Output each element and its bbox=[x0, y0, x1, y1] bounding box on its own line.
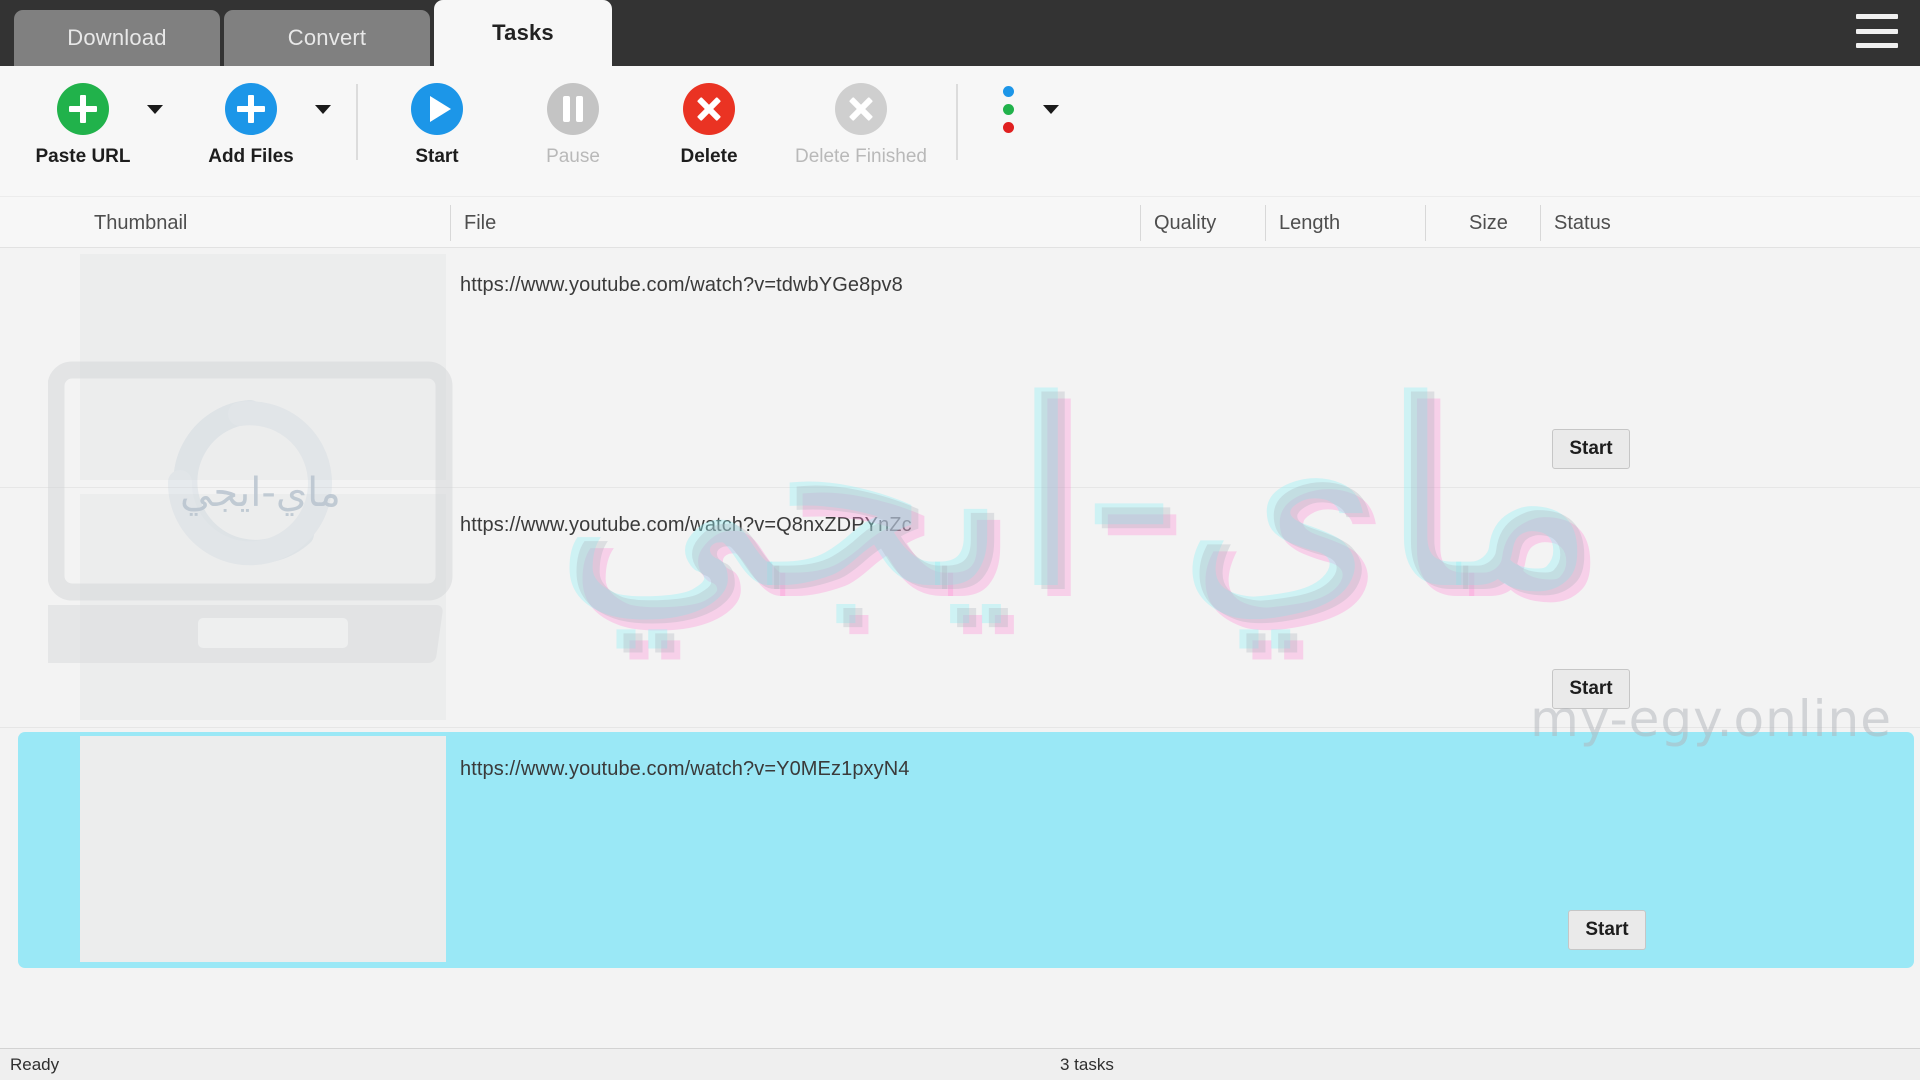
play-circle-icon bbox=[411, 78, 463, 140]
toolbar: Paste URL Add Files Start Pause Delete D… bbox=[0, 66, 1920, 196]
task-url: https://www.youtube.com/watch?v=Y0MEz1px… bbox=[460, 758, 910, 780]
task-start-button[interactable]: Start bbox=[1552, 669, 1630, 709]
hamburger-bar bbox=[1856, 43, 1898, 48]
task-thumbnail bbox=[80, 254, 446, 480]
column-divider[interactable] bbox=[1425, 205, 1426, 241]
add-files-label: Add Files bbox=[208, 146, 294, 167]
paste-url-label: Paste URL bbox=[35, 146, 131, 167]
toolbar-separator bbox=[356, 84, 358, 160]
status-bar: Ready 3 tasks bbox=[0, 1048, 1920, 1080]
table-row[interactable]: https://www.youtube.com/watch?v=tdwbYGe8… bbox=[0, 248, 1920, 488]
plus-circle-blue-icon bbox=[225, 78, 277, 140]
start-label: Start bbox=[415, 146, 459, 167]
tab-download[interactable]: Download bbox=[14, 10, 220, 66]
add-files-button[interactable]: Add Files bbox=[192, 78, 310, 168]
task-url: https://www.youtube.com/watch?v=Q8nxZDPY… bbox=[460, 514, 912, 536]
paste-url-dropdown-icon[interactable] bbox=[142, 78, 168, 140]
app-window: Download Convert Tasks Paste URL Add Fil… bbox=[0, 0, 1920, 1080]
delete-label: Delete bbox=[680, 146, 738, 167]
pause-button[interactable]: Pause bbox=[514, 78, 632, 168]
task-list[interactable]: https://www.youtube.com/watch?v=tdwbYGe8… bbox=[0, 248, 1920, 1048]
task-thumbnail bbox=[80, 736, 446, 962]
delete-finished-button[interactable]: Delete Finished bbox=[786, 78, 936, 168]
column-header-thumbnail[interactable]: Thumbnail bbox=[80, 197, 450, 249]
x-circle-gray-icon bbox=[835, 78, 887, 140]
column-header-length[interactable]: Length bbox=[1265, 197, 1425, 249]
plus-circle-green-icon bbox=[57, 78, 109, 140]
add-files-dropdown-icon[interactable] bbox=[310, 78, 336, 140]
task-url: https://www.youtube.com/watch?v=tdwbYGe8… bbox=[460, 274, 903, 296]
table-row[interactable]: https://www.youtube.com/watch?v=Y0MEz1px… bbox=[18, 732, 1914, 968]
toolbar-separator bbox=[956, 84, 958, 160]
tab-convert-label: Convert bbox=[287, 25, 367, 50]
task-start-button[interactable]: Start bbox=[1552, 429, 1630, 469]
column-header-quality[interactable]: Quality bbox=[1140, 197, 1250, 249]
start-button[interactable]: Start bbox=[378, 78, 496, 168]
tab-tasks-label: Tasks bbox=[492, 20, 554, 45]
tab-download-label: Download bbox=[67, 25, 167, 50]
tab-strip: Download Convert Tasks bbox=[0, 0, 616, 66]
hamburger-bar bbox=[1856, 14, 1898, 19]
paste-url-button[interactable]: Paste URL bbox=[24, 78, 142, 168]
title-bar: Download Convert Tasks bbox=[0, 0, 1920, 66]
x-circle-red-icon bbox=[683, 78, 735, 140]
table-row[interactable]: https://www.youtube.com/watch?v=Q8nxZDPY… bbox=[0, 488, 1920, 728]
delete-finished-label: Delete Finished bbox=[794, 146, 928, 167]
column-header-status[interactable]: Status bbox=[1540, 197, 1920, 249]
column-header-row: Thumbnail File Quality Length Size Statu… bbox=[0, 196, 1920, 248]
status-state-label: Ready bbox=[10, 1054, 60, 1074]
more-options-dropdown-icon[interactable] bbox=[1038, 78, 1064, 140]
delete-button[interactable]: Delete bbox=[650, 78, 768, 168]
task-thumbnail bbox=[80, 494, 446, 720]
three-color-dots-icon bbox=[1002, 78, 1014, 140]
column-header-file[interactable]: File bbox=[450, 197, 1140, 249]
task-start-button[interactable]: Start bbox=[1568, 910, 1646, 950]
status-task-count: 3 tasks bbox=[1060, 1054, 1114, 1074]
hamburger-bar bbox=[1856, 28, 1898, 34]
tab-tasks[interactable]: Tasks bbox=[434, 0, 612, 66]
column-header-size[interactable]: Size bbox=[1455, 197, 1545, 249]
pause-circle-icon bbox=[547, 78, 599, 140]
more-options-button[interactable] bbox=[978, 78, 1038, 140]
tab-convert[interactable]: Convert bbox=[224, 10, 430, 66]
hamburger-icon[interactable] bbox=[1856, 14, 1898, 48]
pause-label: Pause bbox=[546, 146, 600, 167]
